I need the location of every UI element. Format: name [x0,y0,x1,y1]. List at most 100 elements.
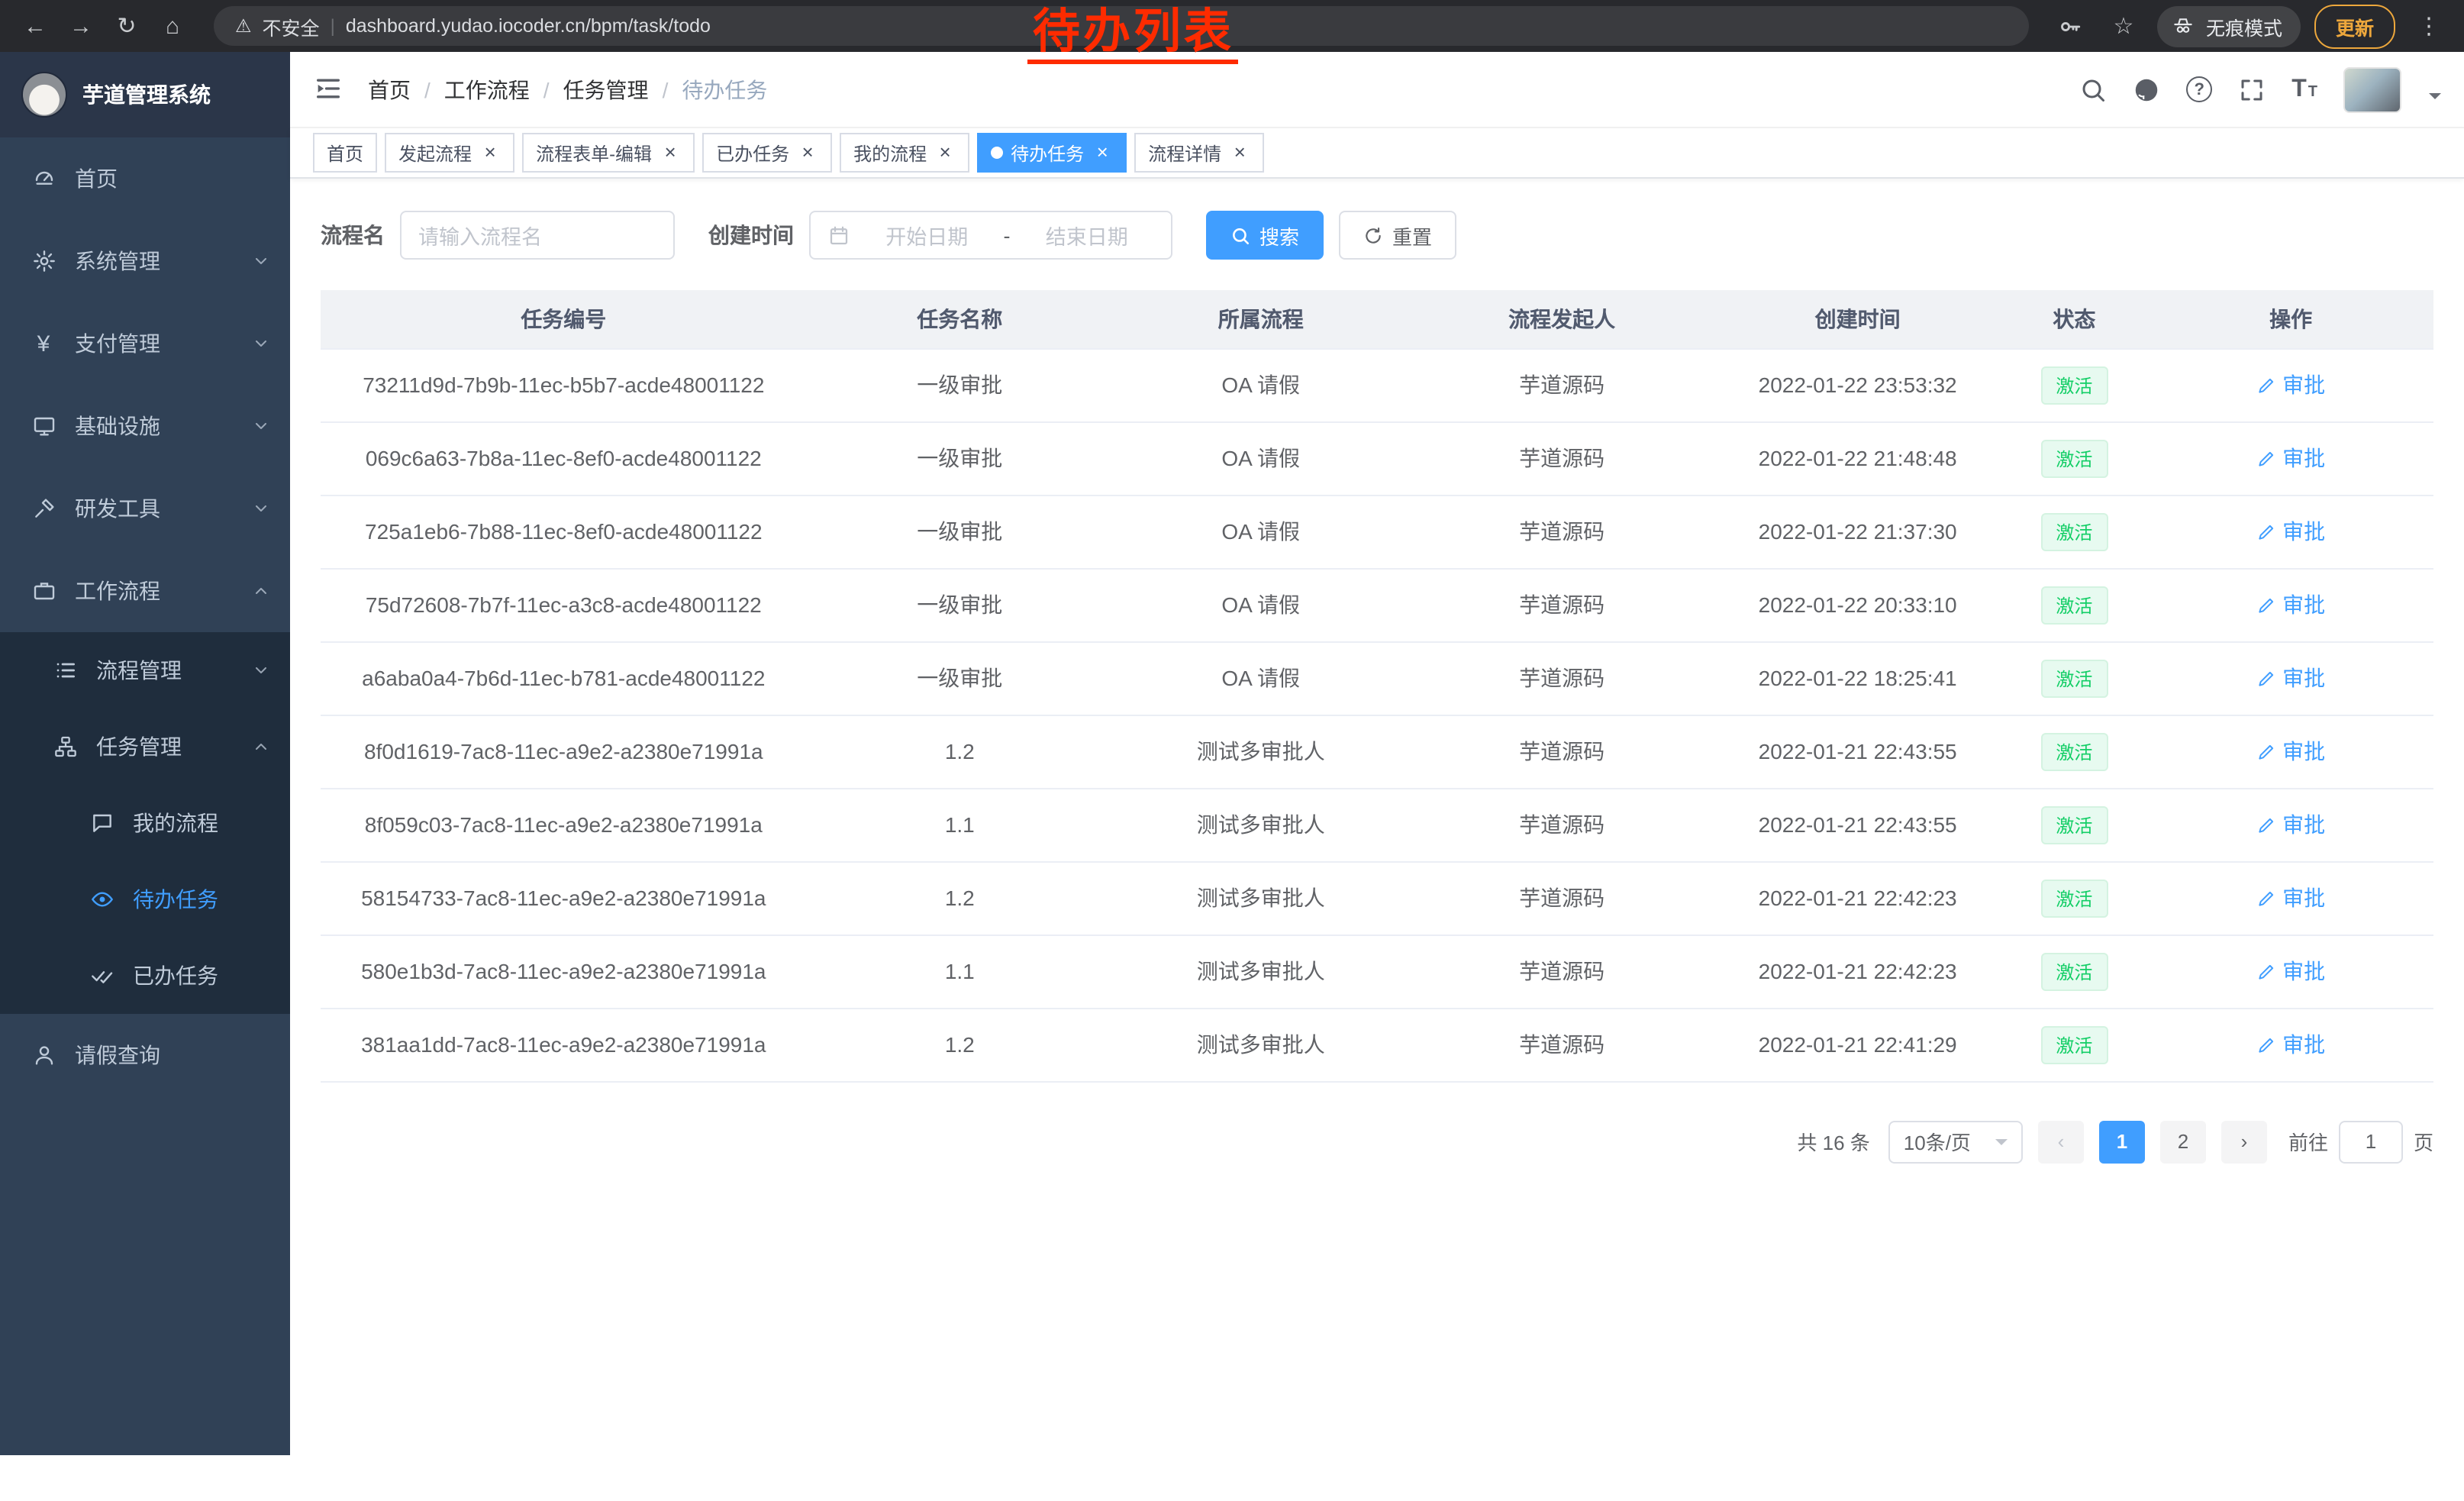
approve-label: 审批 [2282,956,2325,986]
github-icon[interactable] [2133,76,2160,103]
sidebar-item-dev-tools[interactable]: 研发工具 [0,467,290,550]
goto-page-input[interactable]: 1 [2339,1120,2403,1163]
approve-button[interactable]: 审批 [2256,663,2325,693]
next-page-button[interactable]: › [2221,1120,2267,1163]
edit-pencil-icon [2256,961,2276,981]
breadcrumb-task-management[interactable]: 任务管理 [563,74,649,105]
date-range-input[interactable]: 开始日期 - 结束日期 [809,211,1172,260]
cell-initiator: 芋道源码 [1408,568,1714,641]
approve-button[interactable]: 审批 [2256,809,2325,840]
page-size-select[interactable]: 10条/页 [1888,1120,2023,1163]
cell-status: 激活 [2000,348,2148,421]
reset-button[interactable]: 重置 [1339,211,1456,260]
tab-todo-tasks[interactable]: 待办任务 × [977,133,1127,173]
cell-initiator: 芋道源码 [1408,348,1714,421]
sidebar-toggle-icon[interactable] [313,73,347,106]
pagination: 共 16 条 10条/页 ‹ 1 2 › 前往 1 页 [321,1120,2433,1163]
status-badge: 激活 [2040,512,2108,550]
breadcrumb-separator: / [424,77,431,102]
sidebar-item-my-process[interactable]: 我的流程 [0,785,290,861]
reset-button-label: 重置 [1392,221,1432,250]
active-tab-dot [991,147,1003,159]
process-name-input[interactable]: 请输入流程名 [400,211,675,260]
search-icon[interactable] [2079,76,2107,103]
approve-button[interactable]: 审批 [2256,1029,2325,1060]
approve-button[interactable]: 审批 [2256,736,2325,767]
cell-task-id: 381aa1dd-7ac8-11ec-a9e2-a2380e71991a [321,1008,807,1081]
sidebar-item-home[interactable]: 首页 [0,137,290,220]
eye-icon [89,886,114,912]
tab-done-tasks[interactable]: 已办任务 × [702,133,832,173]
monitor-icon [31,413,56,439]
cell-process: 测试多审批人 [1113,934,1409,1008]
sidebar-item-workflow[interactable]: 工作流程 [0,550,290,632]
approve-label: 审批 [2282,1029,2325,1060]
sidebar-item-leave-query[interactable]: 请假查询 [0,1014,290,1096]
sidebar-item-payment-management[interactable]: ¥ 支付管理 [0,302,290,385]
fullscreen-icon[interactable] [2238,76,2266,103]
breadcrumb-workflow[interactable]: 工作流程 [444,74,530,105]
header-actions: ? TT [2079,66,2441,112]
approve-button[interactable]: 审批 [2256,589,2325,620]
cell-actions: 审批 [2148,641,2433,715]
column-process: 所属流程 [1113,290,1409,348]
tab-home[interactable]: 首页 [313,133,377,173]
close-icon[interactable]: × [1229,142,1250,163]
approve-button[interactable]: 审批 [2256,956,2325,986]
table-body: 73211d9d-7b9b-11ec-b5b7-acde48001122 一级审… [321,348,2433,1081]
avatar-dropdown-caret-icon[interactable] [2429,92,2441,105]
logo-avatar [21,72,67,118]
browser-menu-icon[interactable]: ⋮ [2409,6,2449,46]
approve-button[interactable]: 审批 [2256,883,2325,913]
tab-process-detail[interactable]: 流程详情 × [1134,133,1264,173]
cell-actions: 审批 [2148,715,2433,788]
approve-button[interactable]: 审批 [2256,516,2325,547]
sidebar-item-task-management[interactable]: 任务管理 [0,709,290,785]
close-icon[interactable]: × [934,142,956,163]
url-divider: | [331,15,335,37]
sidebar-item-process-management[interactable]: 流程管理 [0,632,290,709]
update-button[interactable]: 更新 [2314,4,2395,48]
close-icon[interactable]: × [1092,142,1113,163]
close-icon[interactable]: × [660,142,681,163]
page-button-2[interactable]: 2 [2160,1120,2206,1163]
sidebar-item-todo-tasks[interactable]: 待办任务 [0,861,290,938]
column-task-name: 任务名称 [807,290,1113,348]
app-logo[interactable]: 芋道管理系统 [0,52,290,137]
edit-pencil-icon [2256,668,2276,688]
tab-my-process[interactable]: 我的流程 × [840,133,969,173]
back-icon[interactable]: ← [15,6,55,46]
bookmark-star-icon[interactable]: ☆ [2104,6,2143,46]
page-button-1[interactable]: 1 [2099,1120,2145,1163]
gear-icon [31,248,56,274]
cell-process: OA 请假 [1113,495,1409,568]
tab-process-form-edit[interactable]: 流程表单-编辑 × [522,133,695,173]
sidebar-item-infrastructure[interactable]: 基础设施 [0,385,290,467]
menu-label: 我的流程 [133,808,218,838]
approve-label: 审批 [2282,883,2325,913]
sidebar-item-done-tasks[interactable]: 已办任务 [0,938,290,1014]
home-icon[interactable]: ⌂ [153,6,192,46]
approve-button[interactable]: 审批 [2256,370,2325,400]
cell-created: 2022-01-21 22:42:23 [1715,934,2001,1008]
user-avatar[interactable] [2343,66,2401,112]
approve-button[interactable]: 审批 [2256,443,2325,473]
sidebar-item-system-management[interactable]: 系统管理 [0,220,290,302]
forward-icon[interactable]: → [61,6,101,46]
tab-initiate-process[interactable]: 发起流程 × [385,133,514,173]
search-button[interactable]: 搜索 [1206,211,1324,260]
cell-created: 2022-01-22 18:25:41 [1715,641,2001,715]
password-key-icon[interactable] [2050,6,2090,46]
font-size-icon[interactable]: TT [2291,76,2317,103]
app-title: 芋道管理系统 [82,79,211,110]
table-row: 73211d9d-7b9b-11ec-b5b7-acde48001122 一级审… [321,348,2433,421]
refresh-icon[interactable]: ↻ [107,6,147,46]
tab-label: 流程详情 [1148,140,1221,166]
search-button-label: 搜索 [1259,221,1299,250]
breadcrumb-home[interactable]: 首页 [368,74,411,105]
prev-page-button[interactable]: ‹ [2038,1120,2084,1163]
help-icon[interactable]: ? [2186,76,2212,102]
close-icon[interactable]: × [797,142,818,163]
close-icon[interactable]: × [479,142,501,163]
cell-initiator: 芋道源码 [1408,934,1714,1008]
